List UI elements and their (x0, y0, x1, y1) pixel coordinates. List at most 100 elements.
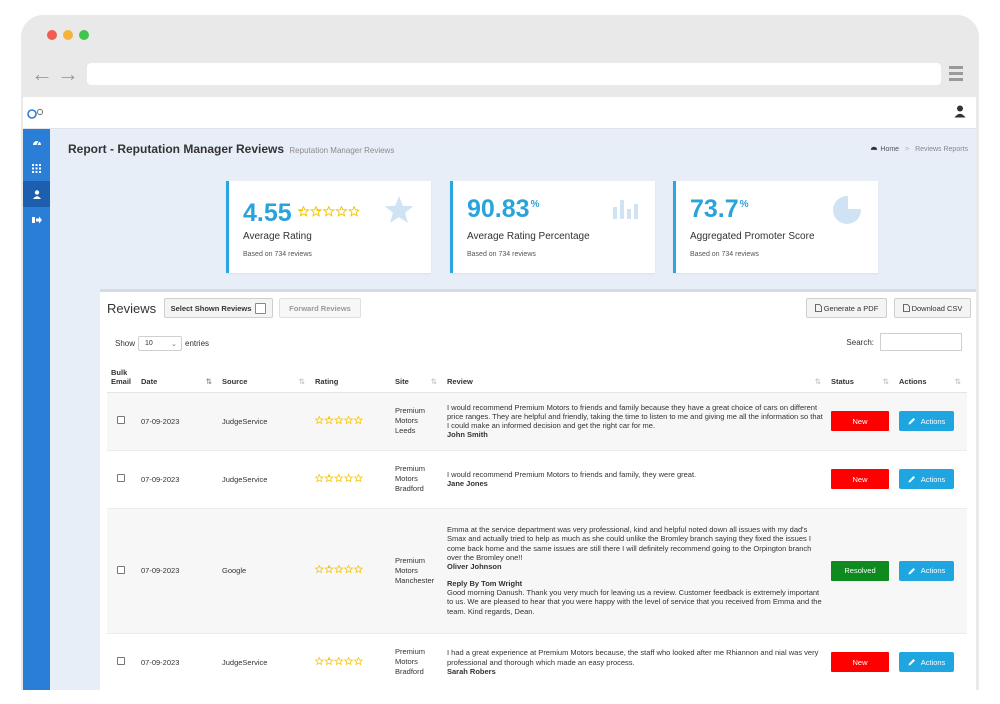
col-date[interactable]: Date ⇅ (137, 360, 218, 393)
pencil-icon (908, 476, 915, 483)
status-badge[interactable]: Resolved (831, 560, 889, 581)
address-bar[interactable] (87, 63, 941, 85)
stat-label: Average Rating (243, 231, 312, 242)
actions-button[interactable]: Actions (899, 560, 954, 581)
sort-icon[interactable]: ⇅ (955, 377, 961, 386)
sidebar-item-dashboard[interactable] (23, 129, 50, 155)
menu-icon[interactable] (949, 66, 963, 84)
dashboard-icon (871, 146, 878, 150)
sort-icon[interactable]: ⇅ (206, 377, 212, 386)
maximize-window-dot[interactable] (79, 30, 89, 40)
chevron-down-icon: ⌄ (171, 340, 178, 348)
search-label: Search: (846, 337, 874, 347)
search-control: Search: (846, 333, 962, 351)
star-icon (314, 415, 325, 425)
select-shown-checkbox[interactable] (255, 302, 267, 314)
breadcrumb-home[interactable]: Home (880, 146, 899, 153)
star-icon (322, 205, 335, 217)
logo-icon[interactable] (27, 107, 47, 125)
sidebar-item-grid[interactable] (23, 155, 50, 181)
bulk-email-checkbox[interactable] (117, 565, 125, 574)
actions-cell: Actions (895, 450, 967, 509)
download-csv-label: Download CSV (911, 303, 963, 313)
star-icon (343, 656, 354, 666)
date-cell: 07-09-2023 (137, 450, 218, 509)
main-content: Report - Reputation Manager Reviews Repu… (50, 129, 976, 690)
col-status[interactable]: Status ⇅ (827, 360, 895, 393)
sort-icon[interactable]: ⇅ (431, 377, 437, 386)
bulk-email-checkbox[interactable] (117, 416, 125, 424)
site-cell: Premium Motors Manchester (391, 508, 443, 634)
table-row: 07-09-2023 JudgeService Premium Motors Lee… (107, 392, 967, 451)
status-badge[interactable]: New (831, 411, 889, 431)
review-text: I had a great experience at Premium Moto… (447, 648, 819, 667)
entries-select[interactable]: 10 ⌄ (138, 336, 183, 351)
star-icon (353, 473, 364, 483)
table-row: 07-09-2023 JudgeService Premium Motors Bra… (107, 450, 967, 509)
star-icon (343, 415, 354, 425)
actions-button[interactable]: Actions (899, 411, 954, 431)
col-bulk-email: Bulk Email (107, 360, 137, 393)
rating-cell (311, 508, 391, 634)
app: Report - Reputation Manager Reviews Repu… (23, 97, 976, 690)
sidebar-item-sign-out[interactable] (23, 207, 50, 233)
star-icon (347, 205, 360, 217)
col-rating[interactable]: Rating (311, 360, 391, 393)
file-icon (902, 304, 910, 312)
sort-icon[interactable]: ⇅ (883, 377, 889, 386)
actions-button[interactable]: Actions (899, 652, 954, 672)
reviews-panel-header: Reviews Select Shown Reviews Forward Rev… (100, 298, 976, 322)
col-site[interactable]: Site ⇅ (391, 360, 443, 393)
bulk-email-cell (107, 392, 137, 451)
download-csv-button[interactable]: Download CSV (894, 298, 971, 318)
review-cell: I had a great experience at Premium Moto… (443, 633, 827, 690)
star-icon (343, 564, 354, 574)
sort-icon[interactable]: ⇅ (815, 377, 821, 386)
entries-label: entries (185, 339, 210, 348)
actions-button[interactable]: Actions (899, 469, 954, 489)
star-icon (333, 473, 344, 483)
sidebar-item-user[interactable] (23, 181, 50, 207)
site-cell: Premium Motors Bradford (391, 450, 443, 509)
stat-label: Average Rating Percentage (467, 231, 590, 242)
bulk-email-checkbox[interactable] (117, 657, 125, 665)
bulk-email-cell (107, 450, 137, 509)
sidebar (23, 129, 50, 690)
bulk-email-checkbox[interactable] (117, 474, 125, 482)
reviews-table: Bulk Email Date ⇅ Source ⇅ Rating Site ⇅ Rev… (107, 360, 967, 690)
entries-control: Show 10 ⌄ entries (115, 336, 209, 351)
col-review[interactable]: Review ⇅ (443, 360, 827, 393)
stat-sub: Based on 734 reviews (690, 251, 759, 258)
actions-cell: Actions (895, 392, 967, 451)
star-icon (333, 415, 344, 425)
table-header-row: Bulk Email Date ⇅ Source ⇅ Rating Site ⇅ Rev… (107, 360, 967, 393)
review-author: Sarah Robers (447, 666, 496, 676)
rating-stars (314, 564, 364, 576)
generate-pdf-button[interactable]: Generate a PDF (806, 298, 887, 318)
user-icon[interactable] (954, 105, 966, 123)
reply-author: Reply By Tom Wright (447, 579, 523, 589)
back-arrow-icon[interactable]: ← (31, 63, 53, 85)
col-source[interactable]: Source ⇅ (218, 360, 311, 393)
close-window-dot[interactable] (47, 30, 57, 40)
select-shown-label: Select Shown Reviews (170, 303, 252, 313)
app-topbar (23, 97, 976, 129)
forward-arrow-icon[interactable]: → (57, 63, 79, 85)
col-actions[interactable]: Actions ⇅ (895, 360, 967, 393)
search-input[interactable] (880, 333, 962, 351)
bulk-email-cell (107, 508, 137, 634)
status-badge[interactable]: New (831, 652, 889, 672)
source-cell: JudgeService (218, 392, 311, 451)
status-badge[interactable]: New (831, 469, 889, 489)
forward-reviews-label: Forward Reviews (289, 303, 351, 313)
sort-icon[interactable]: ⇅ (299, 377, 305, 386)
minimize-window-dot[interactable] (63, 30, 73, 40)
stat-card-average-rating: 4.55 Average Rating Based on 734 reviews (226, 181, 431, 273)
star-icon (309, 205, 323, 217)
review-author: Jane Jones (447, 479, 488, 489)
select-shown-reviews-button[interactable]: Select Shown Reviews (164, 298, 273, 318)
rating-stars (314, 473, 364, 484)
forward-reviews-button[interactable]: Forward Reviews (279, 298, 361, 318)
status-cell: New (827, 392, 895, 451)
star-icon (353, 415, 364, 425)
